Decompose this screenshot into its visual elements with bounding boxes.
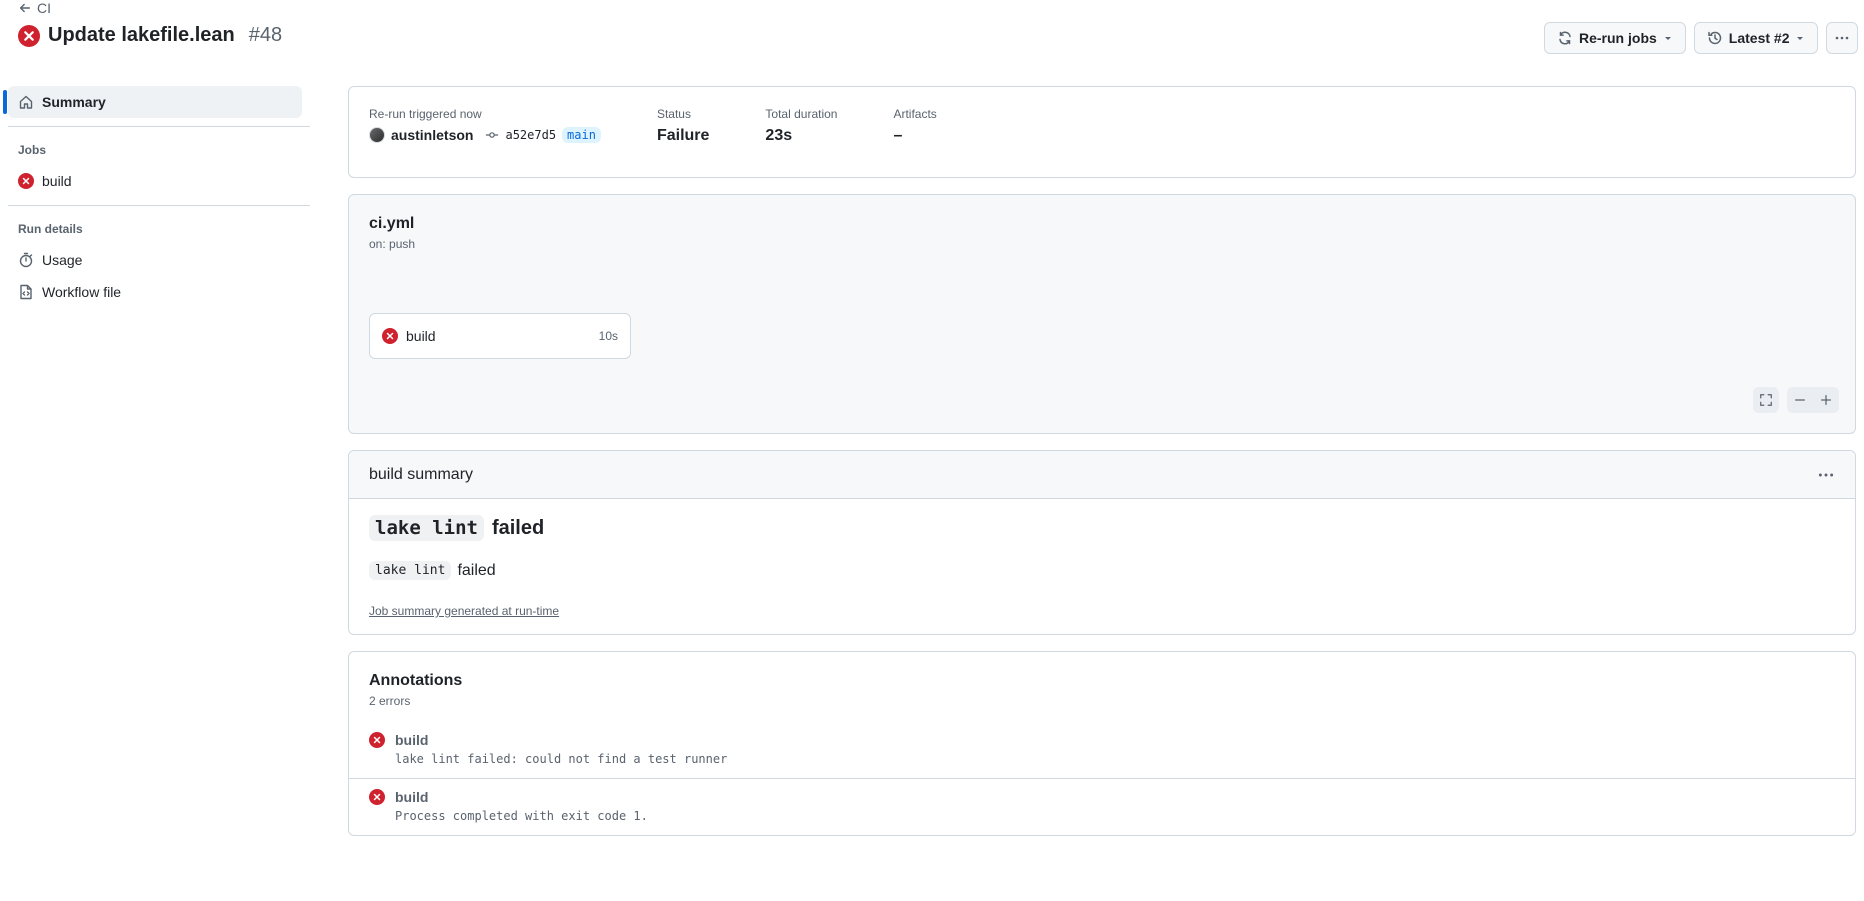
sidebar-item-job-build[interactable]: build bbox=[8, 165, 302, 197]
stopwatch-icon bbox=[19, 252, 33, 268]
x-circle-fill-icon bbox=[369, 789, 385, 805]
annotation-item[interactable]: build Process completed with exit code 1… bbox=[349, 778, 1855, 835]
screen-full-icon bbox=[1760, 394, 1772, 406]
kebab-horizontal-icon bbox=[1836, 36, 1849, 40]
author-link[interactable]: austinletson bbox=[391, 127, 473, 143]
page-title: Update lakefile.lean bbox=[48, 24, 235, 46]
annotations-title: Annotations bbox=[369, 672, 463, 689]
zoom-out-button[interactable] bbox=[1787, 387, 1813, 413]
run-title-row: Update lakefile.lean #48 bbox=[18, 24, 282, 47]
back-link-label: CI bbox=[37, 0, 51, 16]
fullscreen-button[interactable] bbox=[1753, 387, 1779, 413]
file-code-icon bbox=[20, 284, 32, 300]
annotation-content: build Process completed with exit code 1… bbox=[395, 789, 648, 823]
zoom-in-button[interactable] bbox=[1813, 387, 1839, 413]
artifacts-value: – bbox=[893, 127, 903, 144]
annotations-panel: Annotations 2 errors build lake lint fai… bbox=[348, 651, 1856, 836]
git-commit-icon bbox=[486, 132, 499, 138]
x-circle-fill-icon bbox=[369, 732, 385, 748]
x-circle-fill-icon bbox=[382, 328, 398, 344]
run-details-heading: Run details bbox=[18, 222, 83, 236]
workflow-file-name: ci.yml bbox=[369, 215, 415, 232]
summary-paragraph-text: failed bbox=[457, 561, 496, 579]
plus-icon bbox=[1821, 395, 1831, 405]
artifacts-label: Artifacts bbox=[893, 107, 937, 121]
annotation-title[interactable]: build bbox=[395, 789, 648, 805]
annotation-message: lake lint failed: could not find a test … bbox=[395, 752, 728, 766]
summary-paragraph-code: lake lint bbox=[369, 561, 452, 580]
job-summary-title: build summary bbox=[369, 465, 474, 483]
graph-controls bbox=[1753, 387, 1839, 413]
sync-icon bbox=[1559, 31, 1571, 45]
trigger-label: Re-run triggered now bbox=[369, 107, 482, 121]
run-number: #48 bbox=[248, 24, 283, 46]
sidebar-item-usage[interactable]: Usage bbox=[8, 244, 302, 276]
annotation-item[interactable]: build lake lint failed: could not find a… bbox=[349, 722, 1855, 778]
annotation-title[interactable]: build bbox=[395, 732, 727, 748]
annotation-message: Process completed with exit code 1. bbox=[395, 809, 648, 823]
more-options-button[interactable] bbox=[1826, 22, 1859, 54]
sidebar-item-label: Usage bbox=[42, 252, 83, 268]
attempt-selector-label: Latest #2 bbox=[1728, 30, 1790, 46]
annotation-content: build lake lint failed: could not find a… bbox=[395, 732, 727, 766]
sidebar-item-label: Workflow file bbox=[42, 284, 122, 300]
job-summary-panel: build summary lake lint failed lake lint… bbox=[348, 450, 1856, 635]
duration-value: 23s bbox=[765, 127, 793, 144]
run-info-panel: Re-run triggered now austinletson a52e7d… bbox=[348, 86, 1856, 178]
zoom-controls bbox=[1787, 387, 1839, 413]
rerun-jobs-label: Re-run jobs bbox=[1579, 30, 1657, 46]
x-circle-fill-icon bbox=[18, 24, 40, 47]
chevron-down-icon bbox=[1797, 37, 1804, 40]
run-main: Re-run triggered now austinletson a52e7d… bbox=[348, 86, 1856, 852]
run-trigger-col: Re-run triggered now austinletson a52e7d… bbox=[369, 107, 601, 157]
header-actions: Re-run jobs Latest #2 bbox=[1544, 22, 1864, 54]
run-sidebar: Summary Jobs build Run details Usage Wor… bbox=[0, 86, 310, 308]
artifacts-col: Artifacts – bbox=[893, 107, 936, 157]
sidebar-item-summary[interactable]: Summary bbox=[3, 86, 302, 118]
sidebar-item-label: Summary bbox=[42, 94, 106, 110]
attempt-selector-button[interactable]: Latest #2 bbox=[1693, 22, 1819, 54]
rerun-jobs-button[interactable]: Re-run jobs bbox=[1544, 22, 1686, 54]
home-icon bbox=[19, 95, 33, 109]
arrow-left-icon bbox=[19, 3, 31, 13]
commit-sha-link[interactable]: a52e7d5 bbox=[505, 128, 556, 142]
branch-badge[interactable]: main bbox=[562, 127, 601, 143]
status-label: Status bbox=[656, 107, 691, 121]
kebab-horizontal-icon[interactable] bbox=[1817, 466, 1835, 484]
status-value: Failure bbox=[656, 127, 710, 144]
sidebar-divider bbox=[8, 205, 310, 206]
summary-paragraph: lake lint failed bbox=[369, 561, 1835, 580]
workflow-graph-panel: ci.yml on: push build 10s bbox=[348, 194, 1856, 434]
jobs-heading: Jobs bbox=[18, 143, 47, 157]
workflow-trigger: on: push bbox=[369, 237, 416, 251]
job-node-build[interactable]: build 10s bbox=[369, 313, 631, 359]
status-col: Status Failure bbox=[657, 107, 709, 157]
history-icon bbox=[1708, 31, 1722, 45]
job-node-duration: 10s bbox=[598, 329, 618, 343]
summary-heading: lake lint failed bbox=[369, 515, 1835, 541]
chevron-down-icon bbox=[1664, 37, 1671, 40]
sidebar-divider bbox=[8, 126, 310, 127]
run-meta: austinletson a52e7d5 main bbox=[369, 127, 601, 143]
annotations-count: 2 errors bbox=[369, 694, 411, 708]
avatar[interactable] bbox=[369, 127, 385, 143]
back-to-workflow-link[interactable]: CI bbox=[18, 0, 51, 16]
duration-label: Total duration bbox=[765, 107, 838, 121]
x-circle-fill-icon bbox=[18, 173, 34, 189]
job-summary-body: lake lint failed lake lint failed Job su… bbox=[349, 499, 1855, 634]
duration-col: Total duration 23s bbox=[765, 107, 837, 157]
sidebar-item-workflow-file[interactable]: Workflow file bbox=[8, 276, 302, 308]
summary-heading-code: lake lint bbox=[369, 515, 484, 541]
job-summary-docs-link[interactable]: Job summary generated at run-time bbox=[369, 604, 559, 618]
dash-icon bbox=[1795, 399, 1805, 401]
summary-heading-text: failed bbox=[491, 516, 545, 539]
job-node-name: build bbox=[406, 328, 436, 344]
sidebar-item-label: build bbox=[42, 173, 72, 189]
job-summary-header: build summary bbox=[349, 451, 1855, 499]
